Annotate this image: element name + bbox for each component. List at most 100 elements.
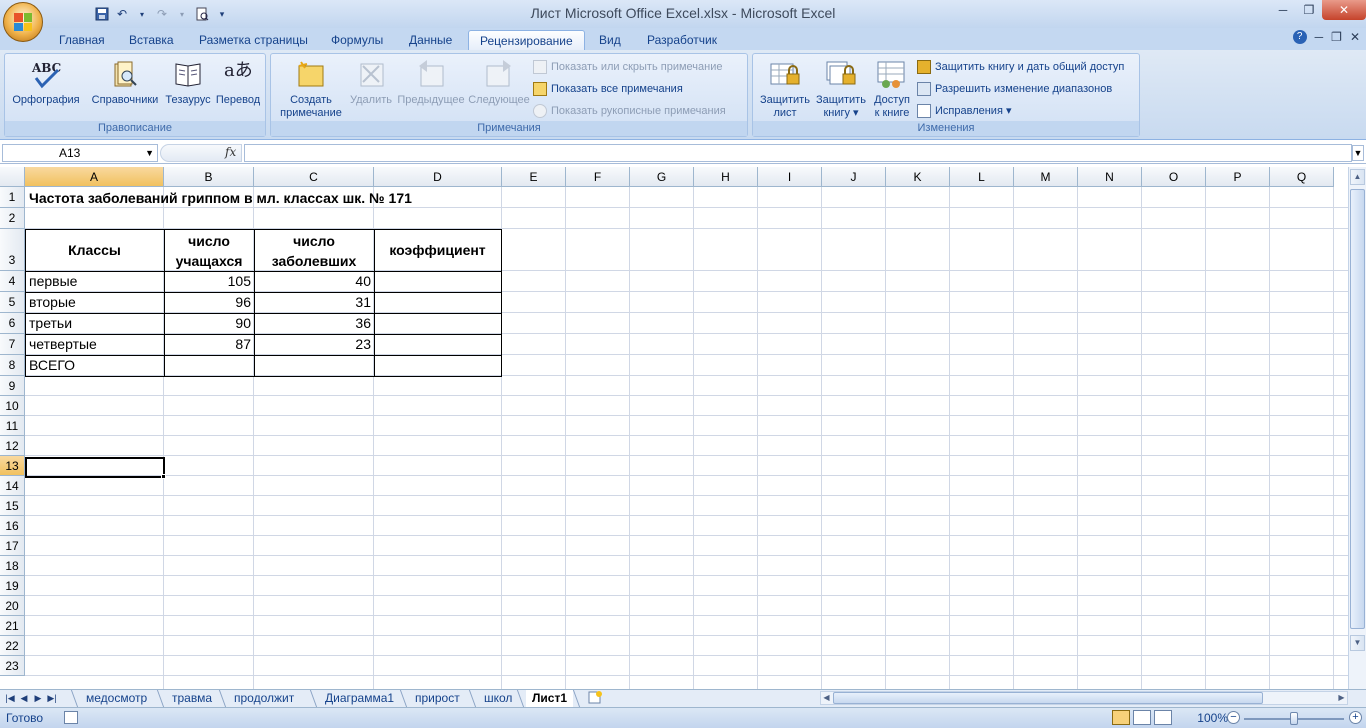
vertical-scroll-thumb[interactable] (1350, 189, 1365, 629)
restore-button[interactable]: ❐ (1296, 0, 1322, 20)
column-header-n[interactable]: N (1078, 167, 1142, 187)
tab-page-layout[interactable]: Разметка страницы (188, 30, 319, 50)
scroll-left-icon[interactable]: ◀ (821, 692, 832, 704)
worksheet-grid[interactable]: ABCDEFGHIJKLMNOPQ 1 2 3 4 5 6 7 8 9 10 11 12 13 14 15 1… (0, 167, 1348, 689)
sick-cell[interactable]: 36 (254, 315, 371, 331)
workbook-restore-icon[interactable]: ❐ (1331, 30, 1342, 44)
row-header-20[interactable]: 20 (0, 596, 25, 616)
expand-formula-bar-icon[interactable]: ▼ (1352, 145, 1364, 161)
sheet-tab-prirost[interactable]: прирост (409, 690, 466, 707)
scroll-right-icon[interactable]: ▶ (1336, 692, 1347, 704)
row-header-4[interactable]: 4 (0, 271, 25, 292)
row-header-19[interactable]: 19 (0, 576, 25, 596)
sick-cell[interactable]: 40 (254, 273, 371, 289)
sheet-tab-prodolzhit[interactable]: продолжит (228, 690, 300, 707)
column-header-c[interactable]: C (254, 167, 374, 187)
name-box-dropdown-icon[interactable]: ▼ (145, 145, 154, 161)
total-label-cell[interactable]: ВСЕГО (29, 357, 75, 373)
row-name-cell[interactable]: четвертые (29, 336, 97, 352)
tab-home[interactable]: Главная (48, 30, 116, 50)
sheet-title[interactable]: Частота заболеваний гриппом в мл. класса… (29, 190, 412, 206)
previous-comment-button[interactable]: Предыдущее (395, 58, 467, 107)
tab-data[interactable]: Данные (398, 30, 463, 50)
tab-view[interactable]: Вид (588, 30, 632, 50)
row-name-cell[interactable]: первые (29, 273, 77, 289)
workbook-minimize-icon[interactable]: ─ (1315, 30, 1324, 44)
column-header-a[interactable]: A (25, 167, 164, 187)
tab-developer[interactable]: Разработчик (636, 30, 728, 50)
row-header-21[interactable]: 21 (0, 616, 25, 636)
protect-workbook-button[interactable]: Защитить книгу ▾ (811, 58, 871, 120)
row-header-10[interactable]: 10 (0, 396, 25, 416)
header-coefficient[interactable]: коэффициент (374, 229, 501, 271)
share-workbook-button[interactable]: Доступ к книге (867, 58, 917, 120)
column-header-d[interactable]: D (374, 167, 502, 187)
zoom-level[interactable]: 100% (1197, 711, 1228, 725)
row-header-13[interactable]: 13 (0, 456, 25, 476)
row-header-5[interactable]: 5 (0, 292, 25, 313)
row-header-2[interactable]: 2 (0, 208, 25, 229)
students-cell[interactable]: 105 (164, 273, 251, 289)
sheet-tab-medosmotr[interactable]: медосмотр (80, 690, 153, 707)
row-name-cell[interactable]: третьи (29, 315, 72, 331)
help-icon[interactable]: ? (1292, 30, 1307, 44)
page-layout-view-icon[interactable] (1133, 710, 1151, 725)
students-cell[interactable]: 87 (164, 336, 251, 352)
column-header-o[interactable]: O (1142, 167, 1206, 187)
close-button[interactable]: ✕ (1322, 0, 1366, 20)
page-break-view-icon[interactable] (1154, 710, 1172, 725)
protect-sheet-button[interactable]: Защитить лист (755, 58, 815, 120)
sheet-tab-travma[interactable]: травма (166, 690, 218, 707)
select-all-corner[interactable] (0, 167, 25, 187)
row-header-16[interactable]: 16 (0, 516, 25, 536)
horizontal-scrollbar[interactable]: ◀ ▶ (820, 691, 1348, 705)
row-header-11[interactable]: 11 (0, 416, 25, 436)
scroll-up-icon[interactable]: ▲ (1350, 169, 1365, 185)
row-header-6[interactable]: 6 (0, 313, 25, 334)
horizontal-scroll-thumb[interactable] (833, 692, 1263, 704)
selected-cell-a13[interactable] (25, 457, 165, 478)
protect-and-share-button[interactable]: Защитить книгу и дать общий доступ (917, 58, 1124, 76)
show-hide-comment-button[interactable]: Показать или скрыть примечание (533, 58, 722, 76)
row-header-3[interactable]: 3 (0, 229, 25, 271)
tab-review[interactable]: Рецензирование (468, 30, 585, 50)
last-sheet-icon[interactable]: ▶| (46, 691, 58, 706)
vertical-scrollbar[interactable]: ▲ ▼ (1348, 167, 1366, 689)
tab-insert[interactable]: Вставка (118, 30, 185, 50)
name-box[interactable]: A13 ▼ (2, 144, 158, 162)
row-header-8[interactable]: 8 (0, 355, 25, 376)
insert-function-icon[interactable]: fx (225, 145, 236, 159)
row-header-9[interactable]: 9 (0, 376, 25, 396)
column-header-m[interactable]: M (1014, 167, 1078, 187)
zoom-in-icon[interactable]: + (1349, 711, 1362, 724)
column-header-k[interactable]: K (886, 167, 950, 187)
sheet-tab-list1[interactable]: Лист1 (526, 690, 574, 707)
column-header-g[interactable]: G (630, 167, 694, 187)
students-cell[interactable]: 90 (164, 315, 251, 331)
first-sheet-icon[interactable]: |◀ (4, 691, 16, 706)
header-sick[interactable]: число заболевших (254, 231, 374, 271)
row-header-1[interactable]: 1 (0, 187, 25, 208)
track-changes-button[interactable]: Исправления ▾ (917, 102, 1011, 120)
scroll-down-icon[interactable]: ▼ (1350, 635, 1365, 651)
column-header-i[interactable]: I (758, 167, 822, 187)
research-button[interactable]: Справочники (85, 58, 165, 107)
students-cell[interactable]: 96 (164, 294, 251, 310)
prev-sheet-icon[interactable]: ◀ (18, 691, 30, 706)
thesaurus-button[interactable]: Тезаурус (163, 58, 213, 107)
sheet-tab-diagram1[interactable]: Диаграмма1 (319, 690, 400, 707)
office-button[interactable] (3, 2, 43, 42)
column-header-q[interactable]: Q (1270, 167, 1334, 187)
row-header-15[interactable]: 15 (0, 496, 25, 516)
tab-formulas[interactable]: Формулы (320, 30, 394, 50)
macro-record-icon[interactable] (64, 711, 78, 724)
column-header-j[interactable]: J (822, 167, 886, 187)
row-header-22[interactable]: 22 (0, 636, 25, 656)
column-header-l[interactable]: L (950, 167, 1014, 187)
zoom-out-icon[interactable]: − (1227, 711, 1240, 724)
new-comment-button[interactable]: Создать примечание (273, 58, 349, 120)
translate-button[interactable]: aあ Перевод (211, 58, 265, 107)
row-header-23[interactable]: 23 (0, 656, 25, 676)
row-header-14[interactable]: 14 (0, 476, 25, 496)
row-header-7[interactable]: 7 (0, 334, 25, 355)
